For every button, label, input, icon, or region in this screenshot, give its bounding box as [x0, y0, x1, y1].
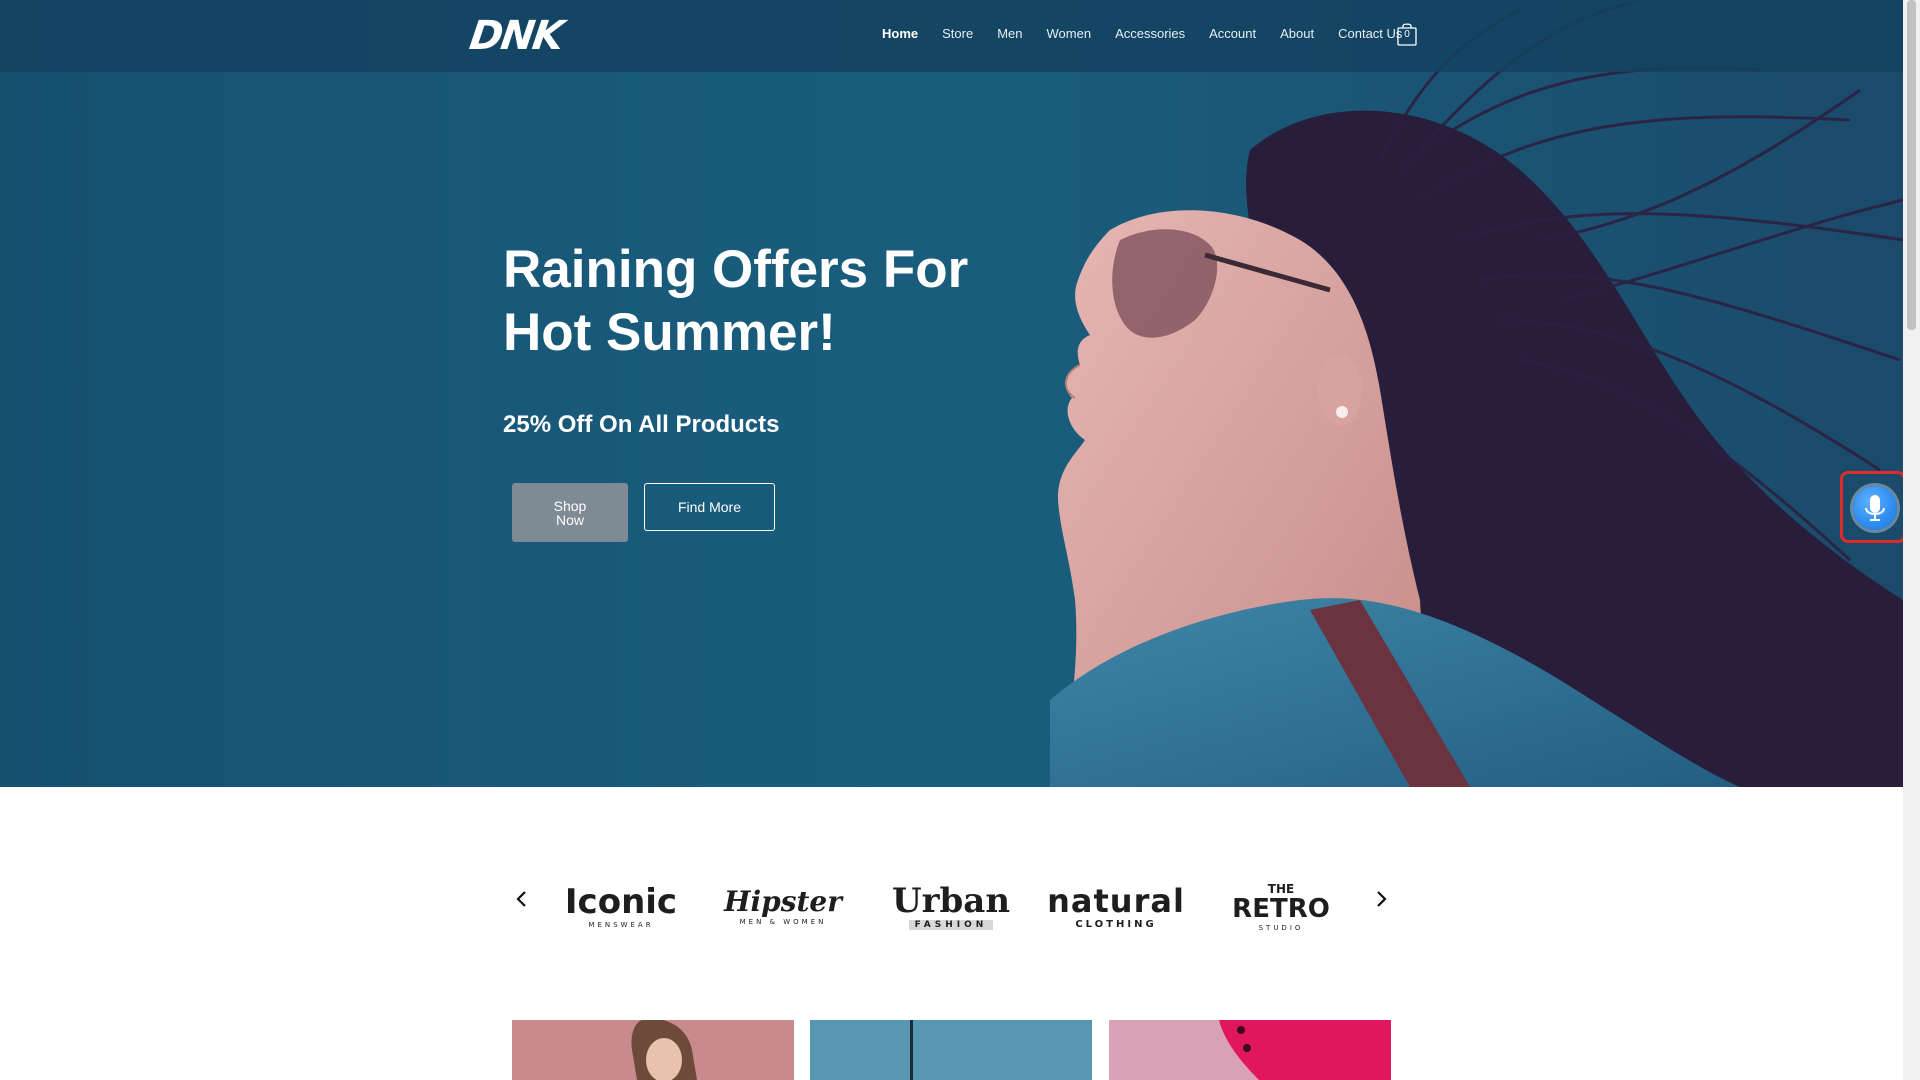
site-logo[interactable]: DNK — [467, 13, 565, 59]
chevron-right-icon — [1377, 891, 1387, 907]
chevron-left-icon — [516, 891, 526, 907]
hero-photo — [1050, 0, 1903, 787]
nav-about[interactable]: About — [1280, 26, 1314, 41]
brand-name: Iconic — [564, 882, 678, 922]
carousel-next-button[interactable] — [1369, 887, 1393, 911]
cart-count: 0 — [1404, 29, 1410, 40]
hero-banner: DNK Home Store Men Women Accessories Acc… — [0, 0, 1903, 787]
card-image — [631, 1020, 697, 1080]
brand-logo-retro[interactable]: THE RETRO STUDIO — [1226, 867, 1337, 947]
nav-store[interactable]: Store — [942, 26, 973, 41]
cart-button[interactable]: 0 — [1397, 22, 1417, 46]
brand-name: RETRO — [1232, 894, 1330, 924]
hero-title: Raining Offers For Hot Summer! — [503, 240, 969, 362]
category-card-men[interactable] — [810, 1020, 1092, 1080]
brand-tagline: CLOTHING — [1075, 918, 1157, 930]
card-image — [910, 1020, 913, 1080]
brand-name: natural — [1047, 881, 1185, 920]
nav-home[interactable]: Home — [882, 26, 918, 41]
find-more-button[interactable]: Find More — [644, 483, 775, 531]
brand-name: Urban — [891, 881, 1011, 921]
nav-women[interactable]: Women — [1047, 26, 1092, 41]
page-scrollbar[interactable] — [1903, 0, 1920, 1080]
category-cards — [0, 1020, 1903, 1080]
brand-logo-hipster[interactable]: Hipster MEN & WOMEN — [724, 867, 842, 947]
main-nav: Home Store Men Women Accessories Account… — [882, 26, 1402, 41]
card-image — [1219, 1020, 1391, 1080]
brand-logo-urban[interactable]: Urban FASHION — [892, 867, 1010, 947]
brand-tagline: MEN & WOMEN — [739, 918, 827, 926]
page: DNK Home Store Men Women Accessories Acc… — [0, 0, 1903, 1080]
microphone-icon — [1865, 495, 1885, 521]
brand-tagline: STUDIO — [1258, 924, 1304, 932]
nav-accessories[interactable]: Accessories — [1115, 26, 1185, 41]
brand-logo-natural[interactable]: natural CLOTHING — [1047, 867, 1184, 947]
nav-men[interactable]: Men — [997, 26, 1022, 41]
scrollbar-thumb[interactable] — [1907, 0, 1916, 330]
top-navbar: DNK Home Store Men Women Accessories Acc… — [0, 0, 1903, 72]
carousel-prev-button[interactable] — [510, 887, 534, 911]
brand-tagline: MENSWEAR — [588, 921, 654, 929]
brand-logo-iconic[interactable]: Iconic MENSWEAR — [564, 867, 678, 947]
brand-carousel: Iconic MENSWEAR Hipster MEN & WOMEN Urba… — [0, 787, 1903, 1017]
nav-contact-us[interactable]: Contact Us — [1338, 26, 1402, 41]
shop-now-button[interactable]: Shop Now — [512, 483, 628, 542]
category-card-accessories[interactable] — [1109, 1020, 1391, 1080]
hero-subtitle: 25% Off On All Products — [503, 411, 780, 438]
category-card-women[interactable] — [512, 1020, 794, 1080]
brand-name: Hipster — [724, 885, 842, 918]
voice-search-button[interactable] — [1853, 486, 1897, 530]
nav-account[interactable]: Account — [1209, 26, 1256, 41]
brand-tagline: FASHION — [908, 920, 994, 930]
